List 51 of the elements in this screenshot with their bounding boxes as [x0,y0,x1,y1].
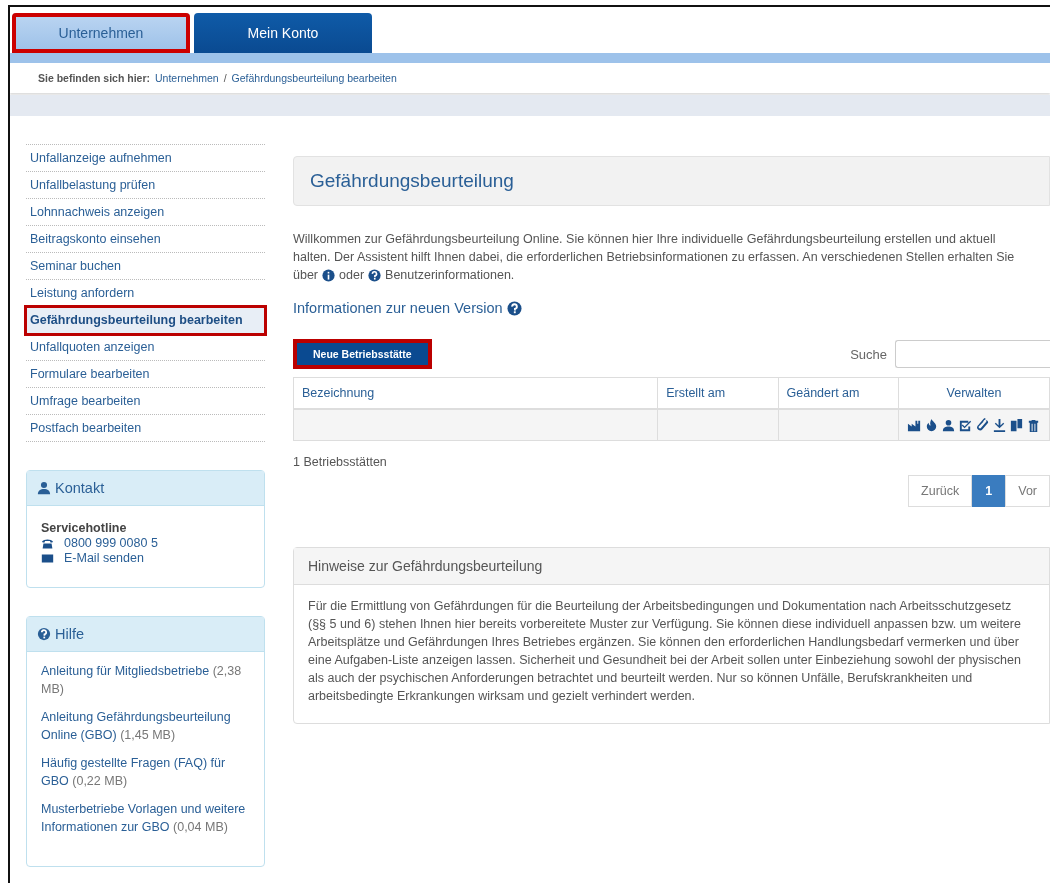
search-field[interactable] [895,340,1050,368]
fire-icon[interactable] [924,417,939,433]
paperclip-icon[interactable] [975,417,990,433]
help-icon [506,300,522,316]
email-link[interactable]: E-Mail senden [64,551,144,565]
sidebar-item[interactable]: Postfach bearbeiten [26,415,265,442]
notes-title: Hinweise zur Gefährdungsbeurteilung [294,548,1049,585]
breadcrumb-link[interactable]: Gefährdungsbeurteilung bearbeiten [231,72,397,84]
phone-icon [41,536,54,550]
help-icon [368,268,382,282]
download-icon[interactable] [992,417,1007,433]
breadcrumb-label: Sie befinden sich hier: [38,72,151,84]
help-icon [37,627,51,641]
sidebar-item[interactable]: Unfallanzeige aufnehmen [26,145,265,172]
user-icon[interactable] [941,417,956,433]
page-title: Gefährdungsbeurteilung [310,170,515,192]
search-label: Suche [850,346,887,362]
pagination-button[interactable]: Zurück [908,475,973,507]
user-icon [37,481,51,495]
sidebar-item[interactable]: Gefährdungsbeurteilung bearbeiten [26,307,265,334]
hotline-label: Servicehotline [41,521,128,535]
version-info-link[interactable]: Informationen zur neuen Version [293,300,503,316]
panel-title: Kontakt [55,480,105,496]
sidebar-item[interactable]: Lohnnachweis anzeigen [26,199,265,226]
download-link[interactable]: Häufig gestellte Fragen (FAQ) für GBO (0,22 MB) [41,754,250,790]
download-link[interactable]: Musterbetriebe Vorlagen und weitere Informationen zur GBO (0,04 MB) [41,800,250,836]
nav-tab[interactable]: Unternehmen [12,13,190,53]
panel-title: Hilfe [55,626,84,642]
trash-icon[interactable] [1026,417,1041,433]
intro-text: über [293,267,319,284]
sidebar-item[interactable]: Formulare bearbeiten [26,361,265,388]
new-site-button[interactable]: Neue Betriebsstätte [293,339,432,369]
download-link[interactable]: Anleitung für Mitgliedsbetriebe (2,38 MB) [41,662,250,698]
breadcrumb-separator: / [223,72,227,84]
phone-link[interactable]: 0800 999 0080 5 [64,536,158,550]
intro-text: Benutzerinformationen. [385,267,515,284]
copy-icon[interactable] [1009,417,1024,433]
sidebar-item[interactable]: Seminar buchen [26,253,265,280]
info-icon [322,268,336,282]
nav-tab[interactable]: Mein Konto [194,13,372,53]
record-count: 1 Betriebsstätten [293,455,388,469]
pagination-button[interactable]: 1 [972,475,1006,507]
download-link[interactable]: Anleitung Gefährdungsbeurteilung Online (GBO) (1,45 MB) [41,708,250,744]
intro-text: oder [339,267,365,284]
breadcrumb-link[interactable]: Unternehmen [155,72,219,84]
notes-text: Für die Ermittlung von Gefährdungen für die Beurteilung der Arbeitsbedingungen und Dokumentation nach Arbeitsschutzgesetz (§§ 5 und 6) stehen Ihnen hier bereits vorbereitete Muster zur Verfügung. Sie können diese individuell anpassen bzw. um weitere Arbeitsplätze und Gefährdungen Ihres Betriebes ergänzen. Sie können den erforderlichen Handlungsbedarf vermerken und über eine Aufgaben-Liste anzeigen lassen. Sicherheit und Gesundheit bei der Arbeit sollen unter Einbeziehung sowohl der physischen als auch der psychischen Anforderungen betrachtet und beurteilt werden. Nur so können Unfälle, Berufskrankheiten und arbeitsbedingte Erkrankungen wirksam und gezielt verhindert werden. [307,598,1022,705]
sidebar-item[interactable]: Unfallquoten anzeigen [26,334,265,361]
pagination-button[interactable]: Vor [1005,475,1050,507]
sidebar-item[interactable]: Unfallbelastung prüfen [26,172,265,199]
sidebar-item[interactable]: Beitragskonto einsehen [26,226,265,253]
sidebar-item[interactable]: Umfrage bearbeiten [26,388,265,415]
